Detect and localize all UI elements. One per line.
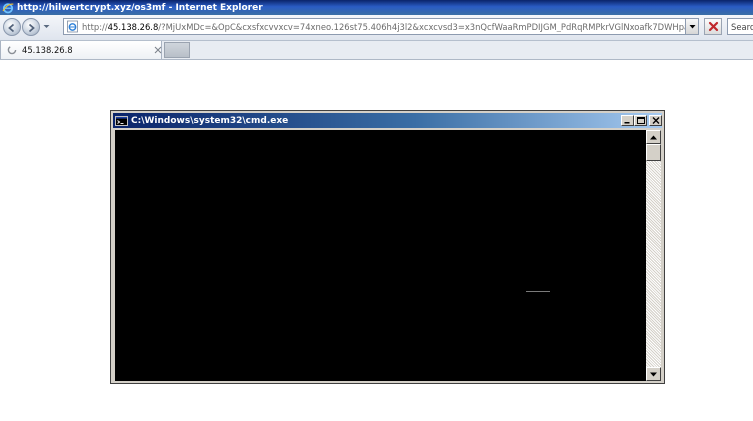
url-scheme: http:// (82, 21, 108, 32)
close-icon (652, 117, 659, 124)
cmd-window-title: C:\Windows\system32\cmd.exe (131, 115, 289, 126)
scroll-down-button[interactable] (646, 367, 661, 381)
screen: http://hilwertcrypt.xyz/os3mf - Internet… (0, 0, 753, 421)
search-placeholder: Searc (731, 21, 753, 32)
stop-x-icon (708, 21, 718, 32)
tab-close-icon[interactable] (153, 45, 162, 54)
recent-pages-dropdown[interactable] (43, 23, 50, 30)
cmd-window: C:\Windows\system32\cmd.exe (110, 110, 665, 384)
forward-arrow-icon (26, 18, 36, 37)
search-input[interactable]: Searc (727, 18, 753, 35)
navigation-bar: http://45.138.26.8/?MjUxMDc=&OpC&cxsfxcv… (0, 15, 753, 41)
browser-titlebar: http://hilwertcrypt.xyz/os3mf - Internet… (0, 0, 753, 15)
address-dropdown-button[interactable] (686, 18, 699, 35)
scroll-up-button[interactable] (646, 130, 661, 144)
ie-page-icon (66, 20, 79, 33)
address-url[interactable]: http://45.138.26.8/?MjUxMDc=&OpC&cxsfxcv… (82, 22, 685, 32)
loading-spinner-icon (6, 45, 17, 56)
back-button[interactable] (3, 18, 21, 36)
stop-button[interactable] (704, 18, 722, 35)
address-bar[interactable]: http://45.138.26.8/?MjUxMDc=&OpC&cxsfxcv… (63, 18, 686, 35)
tab-strip: 45.138.26.8 (0, 41, 753, 60)
maximize-icon (636, 117, 645, 124)
arrow-up-icon (650, 135, 657, 139)
ie-logo-icon (2, 2, 14, 14)
minimize-icon (624, 122, 630, 124)
arrow-down-icon (650, 372, 657, 376)
maximize-button[interactable] (634, 115, 647, 126)
chevron-down-icon (43, 25, 50, 28)
url-host: 45.138.26.8 (107, 21, 159, 32)
close-button[interactable] (649, 115, 662, 126)
back-arrow-icon (7, 18, 17, 37)
browser-window-title: http://hilwertcrypt.xyz/os3mf - Internet… (17, 2, 263, 13)
new-tab-button[interactable] (164, 42, 190, 58)
tab-active[interactable]: 45.138.26.8 (0, 41, 162, 59)
forward-button[interactable] (22, 18, 40, 36)
cmd-icon (115, 115, 128, 126)
cmd-titlebar[interactable]: C:\Windows\system32\cmd.exe (113, 113, 662, 128)
minimize-button[interactable] (621, 115, 634, 126)
chevron-down-icon (689, 25, 695, 29)
scroll-thumb[interactable] (646, 144, 661, 161)
vertical-scrollbar[interactable] (646, 130, 661, 381)
url-path: /?MjUxMDc=&OpC&cxsfxcvvxcv=74xneo.126st7… (158, 21, 685, 32)
tab-label: 45.138.26.8 (22, 45, 73, 55)
console-output[interactable] (115, 130, 646, 381)
console-cursor (526, 291, 550, 292)
